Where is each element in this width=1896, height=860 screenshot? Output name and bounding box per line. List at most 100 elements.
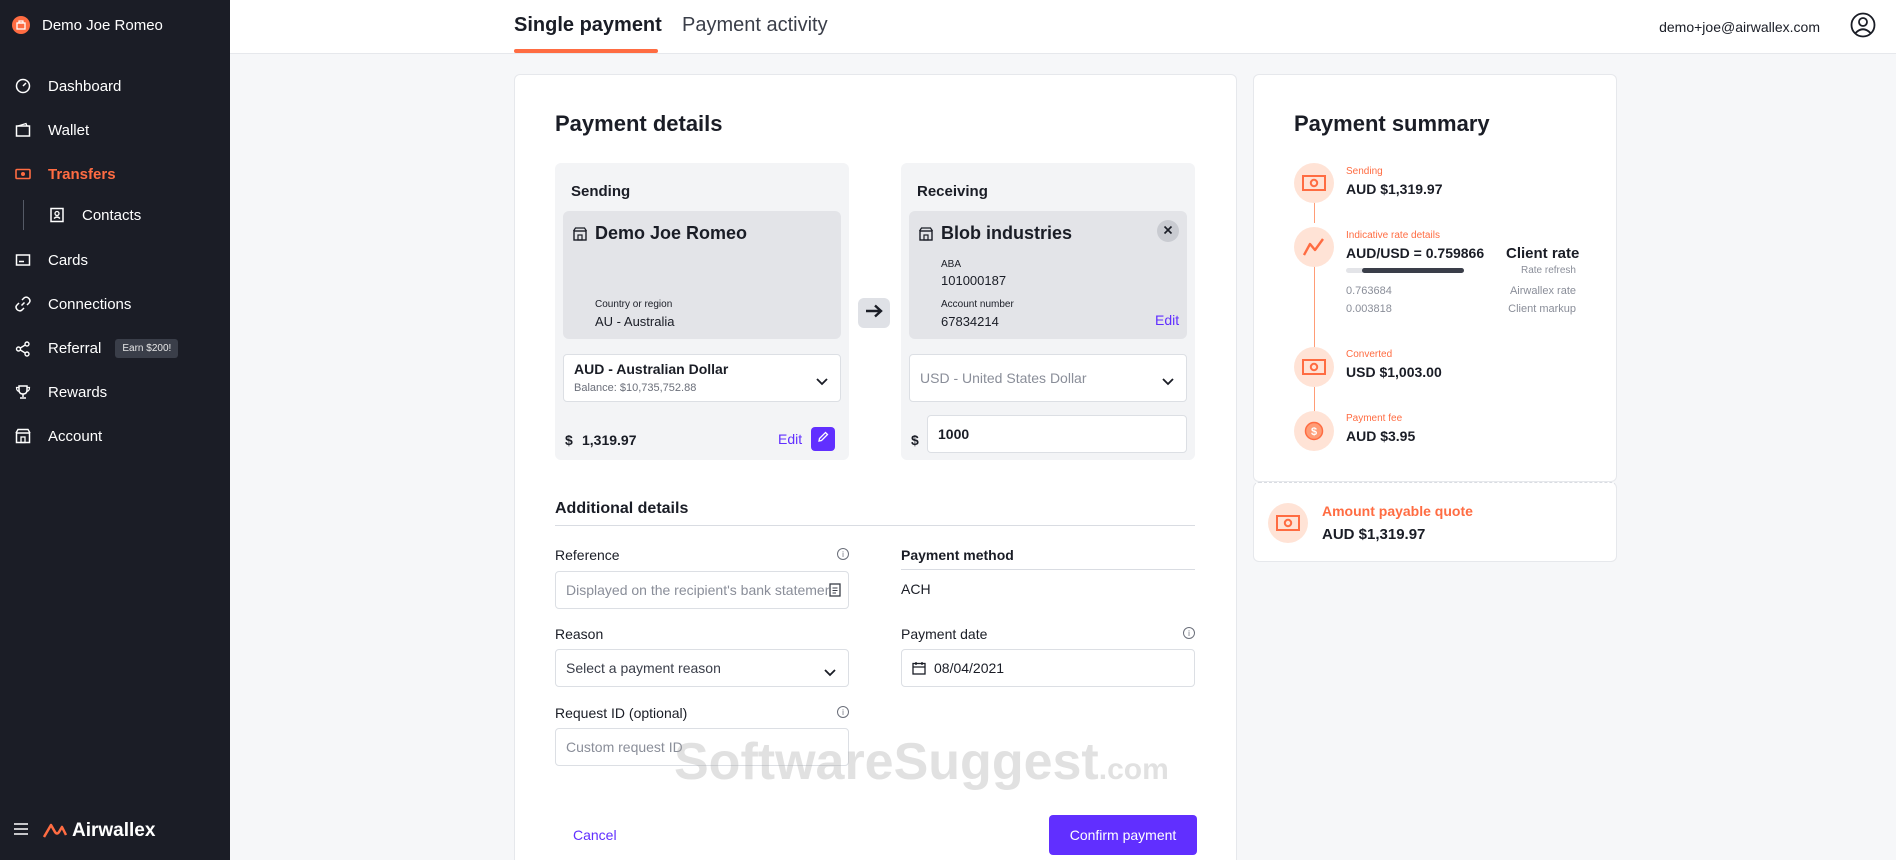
receiving-currency: USD - United States Dollar	[920, 370, 1087, 386]
money-icon	[1294, 347, 1334, 387]
country-label: Country or region	[595, 299, 673, 310]
arrow-right-icon	[865, 304, 883, 323]
brand-name: Airwallex	[72, 820, 156, 841]
sending-title: Sending	[571, 183, 631, 200]
payment-date-label: Payment date	[901, 626, 988, 642]
quote-label: Amount payable quote	[1322, 503, 1473, 519]
payment-summary-card: Payment summary Sending AUD $1,319.97 In…	[1253, 74, 1617, 482]
coin-icon: $	[1294, 411, 1334, 451]
sending-value: AUD $1,319.97	[1346, 181, 1443, 197]
sidebar-item-label: Rewards	[48, 383, 108, 401]
watermark-suffix: .com	[1098, 753, 1169, 786]
user-email: demo+joe@airwallex.com	[1659, 19, 1820, 35]
sidebar-item-rewards[interactable]: Rewards	[14, 383, 107, 401]
airwallex-rate-value: 0.763684	[1346, 285, 1392, 297]
sending-amount: 1,319.97	[582, 432, 637, 448]
account-number-label: Account number	[941, 299, 1014, 310]
sidebar-item-wallet[interactable]: Wallet	[14, 121, 89, 139]
svg-text:$: $	[1311, 426, 1317, 438]
building-icon	[14, 427, 32, 445]
pencil-icon	[817, 430, 829, 448]
amount-payable-card: Amount payable quote AUD $1,319.97	[1253, 482, 1617, 562]
summary-title: Payment summary	[1294, 111, 1490, 136]
edit-pencil-button[interactable]	[811, 427, 835, 451]
sending-currency: AUD - Australian Dollar	[574, 361, 729, 377]
org-icon	[12, 16, 30, 34]
link-icon	[14, 295, 32, 313]
airwallex-logo-icon	[42, 823, 68, 838]
info-icon[interactable]: i	[837, 706, 849, 718]
sidebar-item-label: Cards	[48, 251, 89, 269]
payment-date-value: 08/04/2021	[934, 660, 1005, 676]
sidebar: Demo Joe Romeo Dashboard Wallet Transfer…	[0, 0, 230, 860]
close-icon	[1163, 222, 1173, 240]
watermark-text: SoftwareSuggest	[674, 733, 1099, 791]
airwallex-rate-label: Airwallex rate	[1509, 285, 1576, 297]
receiving-currency-select[interactable]: USD - United States Dollar	[909, 354, 1187, 402]
user-profile-icon[interactable]	[1850, 12, 1876, 43]
sending-currency-select[interactable]: AUD - Australian Dollar Balance: $10,735…	[563, 354, 841, 402]
sidebar-item-transfers[interactable]: Transfers	[14, 165, 116, 183]
sidebar-item-account[interactable]: Account	[14, 427, 102, 445]
info-icon[interactable]: i	[1183, 627, 1195, 639]
tab-single-payment[interactable]: Single payment	[514, 14, 662, 37]
reference-label: Reference	[555, 547, 620, 563]
receiving-title: Receiving	[917, 183, 988, 200]
info-icon[interactable]: i	[837, 548, 849, 560]
chevron-down-icon	[816, 373, 828, 391]
edit-recipient-link[interactable]: Edit	[1155, 312, 1179, 328]
additional-details-title: Additional details	[555, 500, 689, 517]
card-icon	[14, 251, 32, 269]
money-icon	[1268, 503, 1308, 543]
payment-method-value: ACH	[901, 581, 931, 597]
transfer-arrow	[858, 298, 890, 328]
trophy-icon	[14, 383, 32, 401]
money-icon	[1294, 163, 1334, 203]
rate-refresh-label: Rate refresh	[1520, 265, 1576, 276]
sidebar-item-contacts[interactable]: Contacts	[48, 206, 141, 224]
currency-symbol: $	[911, 432, 919, 448]
document-icon	[829, 583, 841, 602]
watermark: SoftwareSuggest.com	[674, 732, 1169, 792]
sidebar-item-cards[interactable]: Cards	[14, 251, 88, 269]
converted-value: USD $1,003.00	[1346, 364, 1442, 380]
divider	[901, 569, 1195, 570]
sidebar-item-label: Wallet	[48, 121, 90, 139]
client-markup-value: 0.003818	[1346, 303, 1392, 315]
calendar-icon	[912, 661, 926, 678]
sidebar-item-label: Transfers	[48, 165, 116, 183]
remove-recipient-button[interactable]	[1157, 220, 1179, 242]
org-name: Demo Joe Romeo	[42, 16, 163, 34]
account-number-value: 67834214	[941, 314, 999, 329]
converted-label: Converted	[1346, 349, 1393, 360]
share-icon	[14, 340, 32, 358]
confirm-payment-button[interactable]: Confirm payment	[1049, 815, 1197, 855]
sidebar-item-label: Account	[48, 427, 103, 445]
building-icon	[918, 227, 934, 246]
sidebar-item-label: Dashboard	[48, 77, 122, 95]
cancel-button[interactable]: Cancel	[573, 827, 617, 843]
recipient-name: Blob industries	[941, 223, 1073, 243]
sidebar-item-connections[interactable]: Connections	[14, 295, 131, 313]
rate-refresh-progress	[1362, 268, 1464, 273]
top-header: Single payment Payment activity demo+joe…	[230, 0, 1896, 54]
rate-refresh-bar	[1346, 268, 1464, 273]
receiving-panel: Receiving Blob industries ABA 101000187 …	[901, 163, 1195, 460]
org-switcher[interactable]: Demo Joe Romeo	[12, 16, 163, 34]
sidebar-item-dashboard[interactable]: Dashboard	[14, 77, 121, 95]
edit-amount-link[interactable]: Edit	[778, 431, 802, 447]
client-rate-label: Client rate	[1506, 245, 1580, 262]
quote-value: AUD $1,319.97	[1322, 526, 1426, 543]
payment-date-input[interactable]: 08/04/2021	[901, 649, 1195, 687]
transfers-icon	[14, 165, 32, 183]
rate-value: AUD/USD = 0.759866	[1346, 245, 1485, 261]
dashboard-icon	[14, 77, 32, 95]
fee-label: Payment fee	[1346, 413, 1403, 424]
menu-icon[interactable]	[14, 822, 28, 840]
sidebar-item-referral[interactable]: Referral Earn $200!	[14, 339, 179, 358]
sidebar-item-label: Connections	[48, 295, 132, 313]
receiving-amount-input[interactable]: 1000	[927, 415, 1187, 453]
tab-payment-activity[interactable]: Payment activity	[682, 14, 828, 37]
reference-input[interactable]: Displayed on the recipient's bank statem…	[555, 571, 849, 609]
reason-select[interactable]: Select a payment reason	[555, 649, 849, 687]
